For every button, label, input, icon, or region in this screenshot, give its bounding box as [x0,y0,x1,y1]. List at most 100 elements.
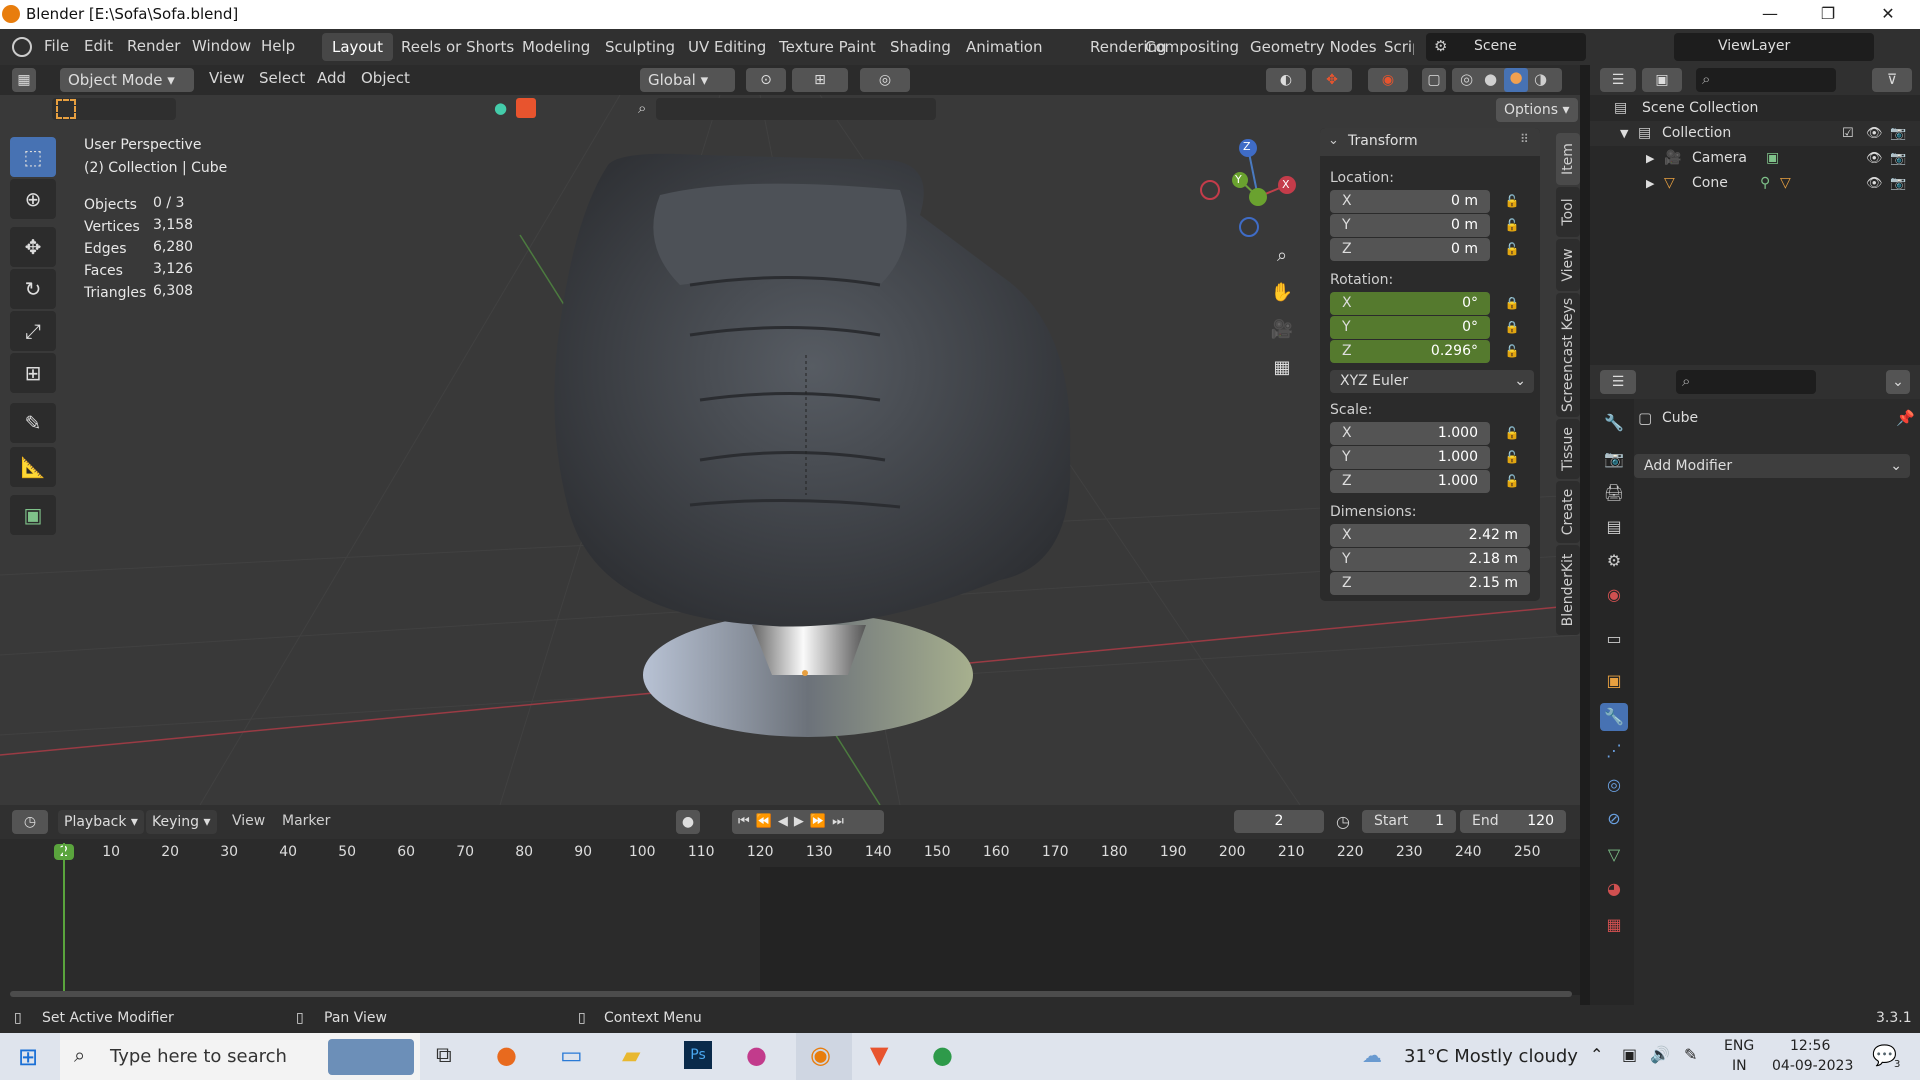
chevron-up-icon[interactable]: ⌃ [1590,1045,1603,1064]
end-frame-field[interactable]: End 120 [1460,810,1566,833]
overlay-toggle-icon[interactable]: ◉ [1368,68,1408,92]
editor-type-icon[interactable]: ◷ [12,810,48,834]
viewlayer-selector[interactable]: ViewLayer [1674,33,1874,61]
drag-handle-icon[interactable]: ⠿ [1520,132,1529,146]
outliner-row-scene-collection[interactable]: ▤ Scene Collection [1590,96,1920,121]
chair-stem[interactable] [752,625,866,675]
world-tab-icon[interactable]: ◉ [1600,581,1628,609]
camera-icon[interactable]: 📷 [1890,146,1906,171]
task-view-icon[interactable]: ⧉ [436,1043,452,1068]
measure-tool-icon[interactable]: 📐 [10,447,56,487]
solid-icon[interactable]: ● [1484,70,1497,88]
scene-selector[interactable]: ⚙ Scene [1426,33,1586,61]
tab-modeling[interactable]: Modeling [512,33,600,61]
modifier-tab-icon[interactable]: 🔧 [1600,703,1628,731]
chevron-right-icon[interactable]: ▶ [1646,171,1654,196]
viewport-search-icon[interactable]: ⌕ [638,99,646,117]
eye-icon[interactable]: 👁 [1866,171,1883,196]
object-filter-icon[interactable] [516,98,536,118]
menu-edit[interactable]: Edit [84,37,113,55]
maximize-button[interactable]: ❐ [1800,0,1856,29]
rotation-x-field[interactable]: X 0° [1330,292,1490,315]
location-x-field[interactable]: X 0 m [1330,190,1490,213]
blender-menu-icon[interactable] [12,37,32,57]
texture-tab-icon[interactable]: ▦ [1600,911,1628,939]
wireframe-icon[interactable]: ◎ [1460,70,1473,88]
rotation-z-field[interactable]: Z 0.296° [1330,340,1490,363]
tab-sculpting[interactable]: Sculpting [595,33,685,61]
dimension-x-field[interactable]: X 2.42 m [1330,524,1530,547]
visibility-icon[interactable]: ◐ [1266,68,1306,92]
wps-icon[interactable]: ● [746,1041,767,1069]
playback-menu[interactable]: Playback ▾ [58,810,144,834]
viewport-filter-field[interactable] [656,98,936,120]
clock-icon[interactable]: ◷ [1336,812,1350,831]
gizmo-toggle-icon[interactable]: ✥ [1312,68,1352,92]
snap-icon[interactable]: ⊞ [792,68,848,92]
viewport-menu-object[interactable]: Object [361,69,410,87]
eye-icon[interactable]: 👁 [1866,146,1883,171]
shading-modes[interactable]: ◎ ● ● ◑ [1452,68,1562,92]
dimension-y-field[interactable]: Y 2.18 m [1330,548,1530,571]
annotate-tool-icon[interactable]: ✎ [10,403,56,443]
side-tab-create[interactable]: Create [1556,481,1580,543]
orientation-dropdown[interactable]: Global ▾ [640,68,735,92]
dimension-z-field[interactable]: Z 2.15 m [1330,572,1530,595]
file-explorer-icon[interactable]: ▰ [622,1041,640,1069]
outliner-row-cone[interactable]: ▶ ▽ Cone ⚲ ▽ 👁 📷 [1590,171,1920,196]
tab-reels-or-shorts[interactable]: Reels or Shorts [391,33,524,61]
add-cube-tool-icon[interactable]: ▣ [10,495,56,535]
side-tab-screencast-keys[interactable]: Screencast Keys [1556,293,1580,417]
3d-viewport[interactable]: Z X Y ● ⌕ Options ▾ User Perspective (2)… [0,95,1580,805]
outliner-row-camera[interactable]: ▶ 🎥 Camera ▣ 👁 📷 [1590,146,1920,171]
volume-icon[interactable]: 🔊 [1650,1045,1670,1064]
display-mode-icon[interactable]: ▣ [1642,68,1682,92]
tab-texture-paint[interactable]: Texture Paint [769,33,886,61]
frame-ruler[interactable]: 210 20 30 40 50 60 70 80 90 100 110 120 130 140 150 160… [0,839,1580,867]
network-icon[interactable]: ▣ [1622,1045,1637,1064]
camera-view-icon[interactable]: 🎥 [1268,319,1296,347]
scale-y-field[interactable]: Y 1.000 [1330,446,1490,469]
firefox-icon[interactable]: ● [496,1041,517,1069]
viewport-menu-select[interactable]: Select [259,69,305,87]
checkbox-icon[interactable]: ☑ [1842,121,1854,146]
tab-layout[interactable]: Layout [322,33,393,61]
constraints-tab-icon[interactable]: ⊘ [1600,805,1628,833]
transform-panel-header[interactable]: ⌄ Transform ⠿ [1320,128,1540,156]
photoshop-icon[interactable]: Ps [684,1041,712,1069]
pivot-icon[interactable]: ⊙ [746,68,786,92]
rotation-y-field[interactable]: Y 0° [1330,316,1490,339]
timeline-editor[interactable]: ◷ Playback ▾ Keying ▾ View Marker ● ⏮⏪◀▶… [0,805,1580,1005]
side-tab-tissue[interactable]: Tissue [1556,419,1580,479]
rendered-icon[interactable]: ◑ [1534,70,1547,88]
utorrent-icon[interactable]: ● [932,1041,953,1069]
side-tab-blenderkit[interactable]: BlenderKit [1556,545,1580,635]
lock-icon[interactable]: 🔓 [1502,239,1522,259]
eye-icon[interactable]: 👁 [1866,121,1883,146]
scale-tool-icon[interactable]: ⤢ [10,311,56,351]
clock-time[interactable]: 12:56 [1790,1038,1830,1054]
move-tool-icon[interactable]: ✥ [10,227,56,267]
lock-icon[interactable]: 🔓 [1502,471,1522,491]
add-modifier-dropdown[interactable]: Add Modifier ⌄ [1634,454,1910,478]
tab-compositing[interactable]: Compositing [1135,33,1249,61]
editor-type-icon[interactable]: ☰ [1600,68,1636,92]
lock-icon[interactable]: 🔓 [1502,191,1522,211]
taskbar-search-input[interactable]: ⌕ Type here to search [60,1033,420,1080]
tool-tab-icon[interactable]: 🔧 [1600,409,1628,437]
chevron-down-icon[interactable]: ⌄ [1886,370,1910,394]
keying-menu[interactable]: Keying ▾ [146,810,217,834]
xray-icon[interactable]: ▢ [1422,68,1446,92]
view-layer-tab-icon[interactable]: ▤ [1600,513,1628,541]
scale-z-field[interactable]: Z 1.000 [1330,470,1490,493]
side-tab-item[interactable]: Item [1556,133,1580,185]
select-mode-buttons[interactable] [52,98,176,120]
chevron-right-icon[interactable]: ▶ [1646,146,1654,171]
close-button[interactable]: ✕ [1860,0,1916,29]
current-frame-field[interactable]: 2 [1234,810,1324,833]
data-tab-icon[interactable]: ▽ [1600,841,1628,869]
editor-type-icon[interactable]: ☰ [1600,370,1636,394]
timeline-scrollbar[interactable] [10,991,1572,997]
viewport-menu-add[interactable]: Add [317,69,346,87]
location-z-field[interactable]: Z 0 m [1330,238,1490,261]
